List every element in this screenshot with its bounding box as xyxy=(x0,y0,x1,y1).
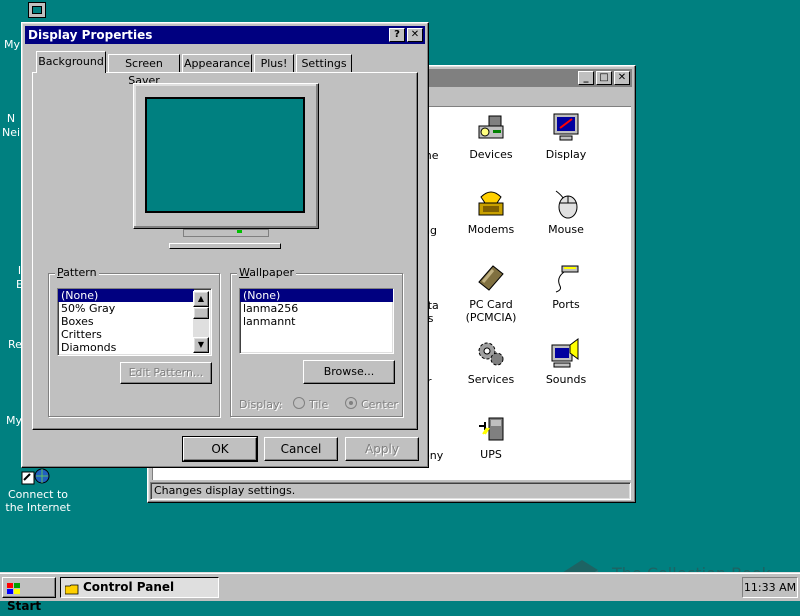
dialog-close-button[interactable]: ✕ xyxy=(407,28,423,42)
mouse-icon xyxy=(550,187,582,219)
power-light xyxy=(237,230,242,233)
scroll-down-arrow[interactable]: ▼ xyxy=(193,337,209,353)
cp-item-modems[interactable]: Modems xyxy=(451,187,531,236)
folder-icon xyxy=(64,582,79,595)
pattern-scrollbar[interactable]: ▲ ▼ xyxy=(193,291,209,353)
help-button[interactable]: ? xyxy=(389,28,405,42)
modem-icon xyxy=(475,187,507,219)
apply-button[interactable]: Apply xyxy=(345,437,419,461)
taskbar-task-control-panel[interactable]: Control Panel xyxy=(60,577,219,598)
pc-card-icon xyxy=(475,262,507,294)
tile-radio[interactable] xyxy=(293,397,305,409)
cp-item-ports[interactable]: Ports xyxy=(526,262,606,311)
list-item[interactable]: Diamonds xyxy=(58,341,211,354)
cp-item-mouse[interactable]: Mouse xyxy=(526,187,606,236)
ups-icon xyxy=(475,412,507,444)
list-item[interactable]: lanmannt xyxy=(240,315,393,328)
ok-button[interactable]: OK xyxy=(182,436,258,462)
pattern-group-label: Pattern xyxy=(55,266,99,279)
task-label: Control Panel xyxy=(83,580,175,594)
pattern-list[interactable]: (None) 50% Gray Boxes Critters Diamonds … xyxy=(57,288,212,356)
ports-icon xyxy=(550,262,582,294)
display-properties-dialog: Display Properties ? ✕ Background Screen… xyxy=(21,22,429,468)
list-item[interactable]: Critters xyxy=(58,328,211,341)
start-button[interactable]: Start xyxy=(2,577,56,613)
browse-button[interactable]: Browse... xyxy=(303,360,395,384)
tile-label[interactable]: Tile xyxy=(309,398,328,411)
scroll-up-arrow[interactable]: ▲ xyxy=(193,291,209,307)
cp-item-ups[interactable]: UPS xyxy=(451,412,531,461)
monitor-preview xyxy=(133,83,319,253)
list-item[interactable]: (None) xyxy=(58,289,194,302)
list-item[interactable]: lanma256 xyxy=(240,302,393,315)
cp-item-display[interactable]: Display xyxy=(526,112,606,161)
tab-settings[interactable]: Settings xyxy=(296,54,352,73)
list-item[interactable]: (None) xyxy=(240,289,393,302)
edit-pattern-button[interactable]: Edit Pattern... xyxy=(120,362,212,384)
start-label: Start xyxy=(7,599,42,613)
desktop-label-recycle-bin[interactable]: Re xyxy=(8,338,22,351)
tab-background[interactable]: Background xyxy=(36,51,106,73)
monitor-screen xyxy=(145,97,305,213)
cp-item-sounds[interactable]: Sounds xyxy=(526,337,606,386)
status-text: Changes display settings. xyxy=(154,484,296,497)
tab-panel: Pattern (None) 50% Gray Boxes Critters D… xyxy=(32,72,418,430)
cancel-button[interactable]: Cancel xyxy=(264,437,338,461)
dialog-titlebar[interactable]: Display Properties ? ✕ xyxy=(25,26,425,44)
taskbar: Start Control Panel 11:33 AM xyxy=(0,572,800,613)
desktop-label-connect-internet[interactable]: Connect to the Internet xyxy=(0,488,76,514)
tab-plus[interactable]: Plus! xyxy=(254,54,294,73)
scroll-thumb[interactable] xyxy=(193,307,209,319)
list-item[interactable]: 50% Gray xyxy=(58,302,211,315)
wallpaper-group: Wallpaper (None) lanma256 lanmannt Brows… xyxy=(230,266,403,417)
wallpaper-group-label: Wallpaper xyxy=(237,266,297,279)
services-icon xyxy=(475,337,507,369)
list-item[interactable]: Boxes xyxy=(58,315,211,328)
close-button[interactable]: ✕ xyxy=(614,71,630,85)
center-radio[interactable] xyxy=(345,397,357,409)
desktop-label-network[interactable]: N Nei xyxy=(2,112,20,140)
dialog-title: Display Properties xyxy=(28,28,153,42)
desktop-label-briefcase[interactable]: My xyxy=(6,414,22,427)
windows-logo-icon xyxy=(7,582,21,594)
cp-item-pc-card[interactable]: PC Card (PCMCIA) xyxy=(451,262,531,324)
system-tray: 11:33 AM xyxy=(742,577,798,598)
wallpaper-list[interactable]: (None) lanma256 lanmannt xyxy=(239,288,394,354)
cp-item-devices[interactable]: Devices xyxy=(451,112,531,161)
desktop-label-my-computer[interactable]: My xyxy=(4,38,20,51)
tab-strip: Background Screen Saver Appearance Plus!… xyxy=(32,51,422,87)
minimize-button[interactable]: _ xyxy=(578,71,594,85)
cp-item-pc-card-label: PC Card (PCMCIA) xyxy=(465,298,517,324)
display-label: Display: xyxy=(239,398,283,411)
cp-item-services[interactable]: Services xyxy=(451,337,531,386)
pattern-group: Pattern (None) 50% Gray Boxes Critters D… xyxy=(48,266,220,417)
computer-icon[interactable] xyxy=(28,2,46,18)
devices-icon xyxy=(475,112,507,144)
sounds-icon xyxy=(550,337,582,369)
display-icon xyxy=(550,112,582,144)
status-bar: Changes display settings. xyxy=(150,482,631,500)
center-label[interactable]: Center xyxy=(361,398,398,411)
tab-screen-saver[interactable]: Screen Saver xyxy=(108,54,180,87)
clock[interactable]: 11:33 AM xyxy=(744,581,796,594)
maximize-button[interactable]: □ xyxy=(596,71,612,85)
internet-icon[interactable] xyxy=(20,466,50,486)
tab-appearance[interactable]: Appearance xyxy=(182,54,252,73)
